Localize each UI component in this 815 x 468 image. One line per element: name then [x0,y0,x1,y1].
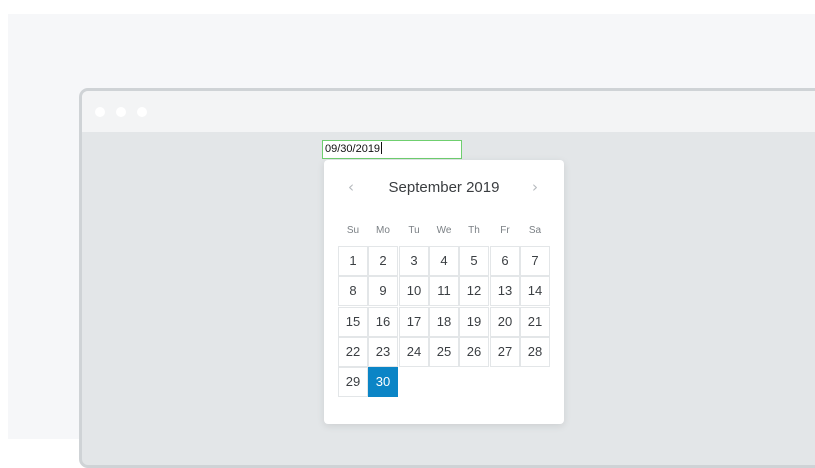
weekday-label: We [436,225,452,236]
day-cell[interactable]: 29 [338,367,368,397]
window-dot-icon [137,107,147,117]
day-cell-selected[interactable]: 30 [368,367,398,397]
day-cell[interactable]: 1 [338,246,368,276]
day-cell[interactable]: 17 [399,307,429,337]
weekday-label: Tu [408,225,420,236]
weekday-label: Th [468,225,480,236]
day-cell[interactable]: 13 [490,276,520,306]
day-cell[interactable]: 2 [368,246,398,276]
day-grid: 1 2 3 4 5 6 7 8 9 10 11 12 13 14 15 16 17 18 19 20 21 22 23 24 2… [338,246,550,398]
date-input[interactable]: 09/30/2019 [322,140,462,159]
day-cell[interactable]: 27 [490,337,520,367]
day-cell[interactable]: 22 [338,337,368,367]
weekday-label: Su [346,225,360,236]
day-cell[interactable]: 20 [490,307,520,337]
day-cell[interactable]: 11 [429,276,459,306]
month-title: September 2019 [388,179,500,196]
day-cell[interactable]: 23 [368,337,398,367]
day-cell[interactable]: 9 [368,276,398,306]
datepicker-popup: ‹ September 2019 › Su Mo Tu We Th Fr Sa 123456… [324,160,564,424]
day-cell[interactable]: 10 [399,276,429,306]
day-cell[interactable]: 6 [490,246,520,276]
text-caret [381,142,383,154]
day-cell[interactable]: 4 [429,246,459,276]
day-cell[interactable]: 25 [429,337,459,367]
day-cell[interactable]: 18 [429,307,459,337]
weekday-label: Mo [376,225,390,236]
day-cell[interactable]: 5 [459,246,489,276]
date-input-value: 09/30/2019 [325,143,381,155]
day-cell[interactable]: 14 [520,276,550,306]
weekday-label: Sa [528,225,542,236]
day-cell[interactable]: 8 [338,276,368,306]
day-cell[interactable]: 15 [338,307,368,337]
day-cell[interactable]: 28 [520,337,550,367]
day-cell[interactable]: 21 [520,307,550,337]
window-dot-icon [95,107,105,117]
browser-titlebar [82,91,815,132]
chevron-right-icon[interactable]: › [532,178,538,196]
day-cell[interactable]: 26 [459,337,489,367]
day-cell[interactable]: 24 [399,337,429,367]
day-cell[interactable]: 16 [368,307,398,337]
day-cell[interactable]: 19 [459,307,489,337]
day-cell[interactable]: 12 [459,276,489,306]
day-cell[interactable]: 3 [399,246,429,276]
day-cell[interactable]: 7 [520,246,550,276]
window-dot-icon [116,107,126,117]
weekday-header: Su Mo Tu We Th Fr Sa [338,225,550,239]
weekday-label: Fr [500,225,510,236]
